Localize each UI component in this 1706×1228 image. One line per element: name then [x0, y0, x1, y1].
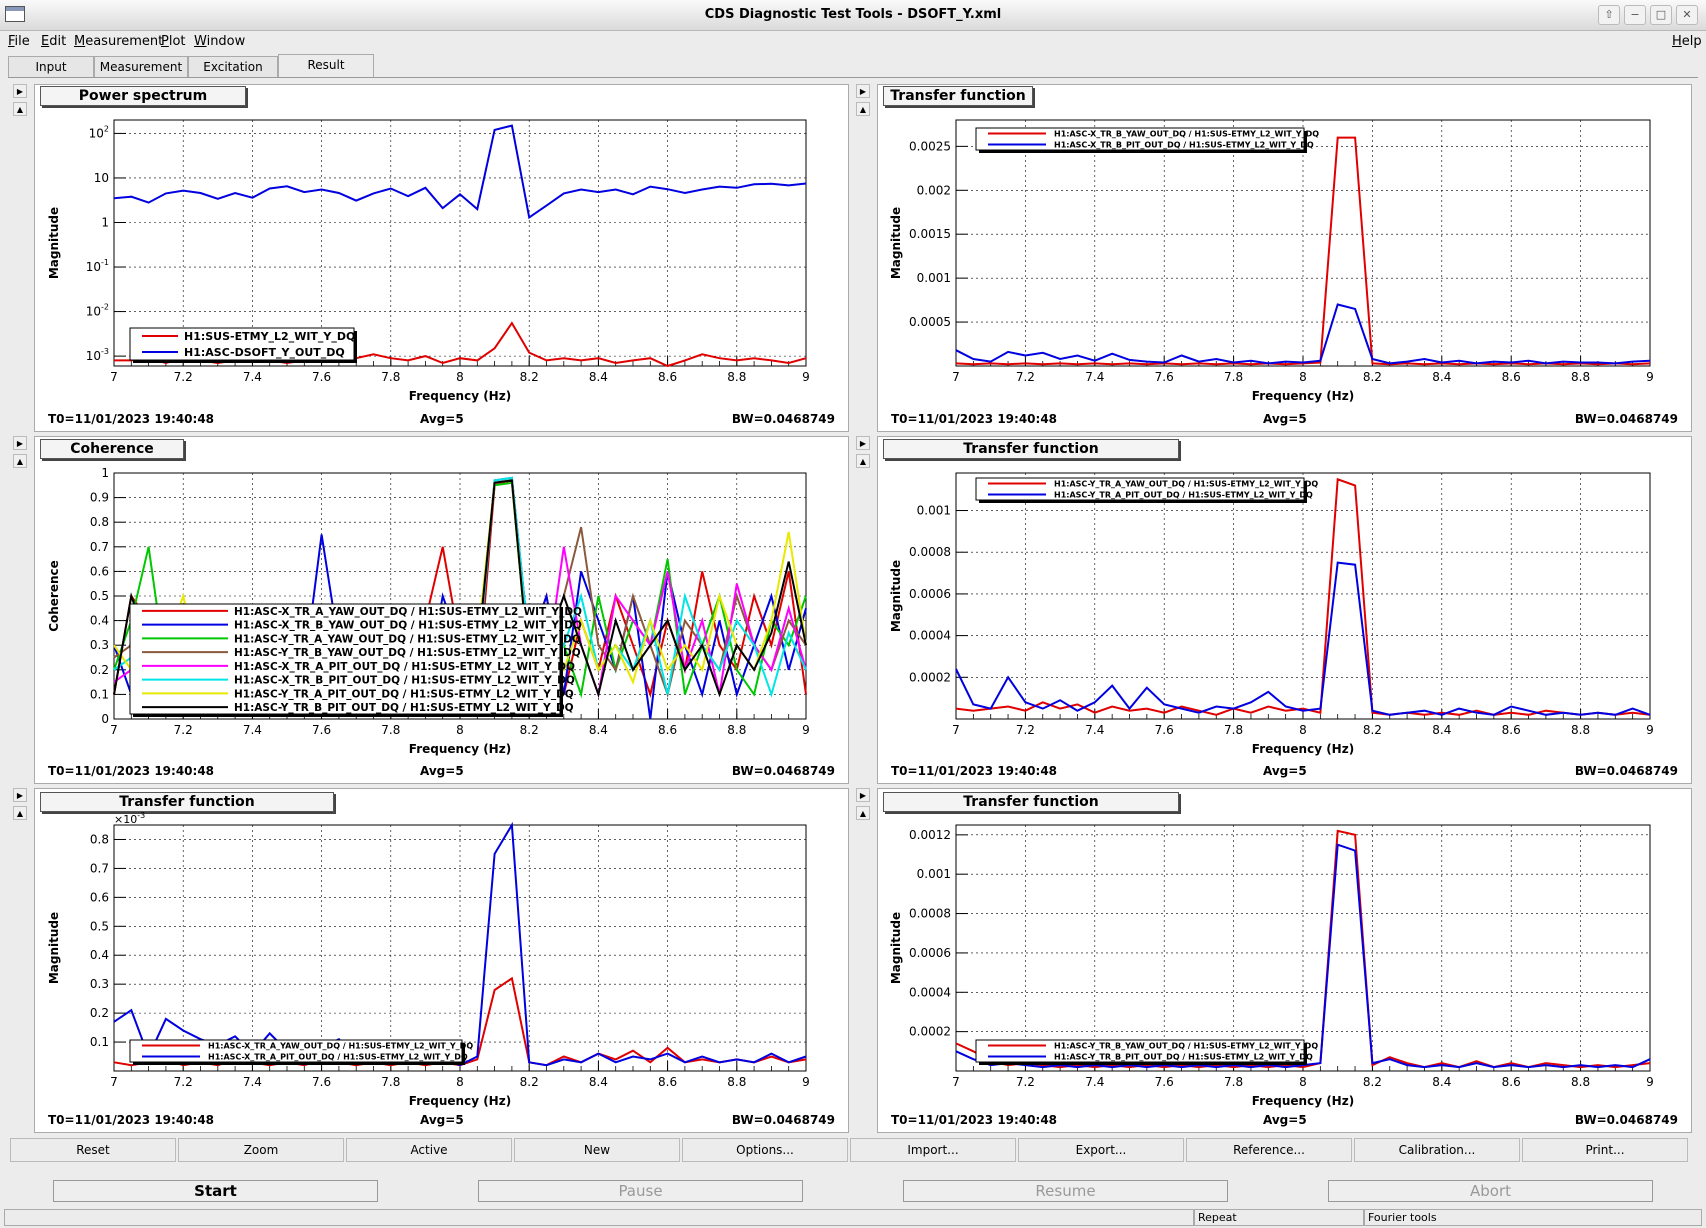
panel-info-t0: T0=11/01/2023 19:40:48	[891, 764, 1058, 778]
print-button[interactable]: Print...	[1522, 1138, 1688, 1162]
tab-bar: Input Measurement Excitation Result	[8, 54, 1698, 78]
panel-collapse-icon[interactable]: ▲	[856, 454, 870, 468]
tab-result[interactable]: Result	[278, 54, 374, 78]
minimize-icon[interactable]: −	[1624, 5, 1646, 25]
panel-title-p2[interactable]: Transfer function	[883, 86, 1033, 106]
panel-collapse-icon[interactable]: ▲	[13, 102, 27, 116]
resume-button[interactable]: Resume	[903, 1180, 1228, 1202]
plot-frame-p4	[877, 436, 1692, 784]
plot-frame-p5	[34, 788, 849, 1133]
new-button[interactable]: New	[514, 1138, 680, 1162]
tab-excitation[interactable]: Excitation	[188, 56, 278, 77]
panel-info-bw: BW=0.0468749	[731, 764, 835, 778]
title-bar: CDS Diagnostic Test Tools - DSOFT_Y.xml …	[0, 0, 1706, 31]
status-message	[4, 1209, 1194, 1226]
panel-info-t0: T0=11/01/2023 19:40:48	[48, 1113, 215, 1127]
tab-input[interactable]: Input	[8, 56, 94, 77]
panel-expand-icon[interactable]: ▶	[13, 84, 27, 98]
menu-measurement[interactable]: Measurement	[74, 34, 163, 49]
panel-title-p6[interactable]: Transfer function	[883, 792, 1179, 812]
panel-collapse-icon[interactable]: ▲	[13, 454, 27, 468]
panel-expand-icon[interactable]: ▶	[13, 788, 27, 802]
panel-collapse-icon[interactable]: ▲	[856, 806, 870, 820]
panel-info-bw: BW=0.0468749	[1574, 1113, 1678, 1127]
panel-info-avg: Avg=5	[1263, 1113, 1307, 1127]
plot-frame-p6	[877, 788, 1692, 1133]
calibration-button[interactable]: Calibration...	[1354, 1138, 1520, 1162]
plot-frame-p3	[34, 436, 849, 784]
zoom-button[interactable]: Zoom	[178, 1138, 344, 1162]
window-title: CDS Diagnostic Test Tools - DSOFT_Y.xml	[704, 7, 1002, 22]
panel-title-p3[interactable]: Coherence	[40, 439, 184, 459]
panel-title-p5[interactable]: Transfer function	[40, 792, 334, 812]
window-controls: ⇧ − □ ✕	[1598, 5, 1698, 25]
panel-collapse-icon[interactable]: ▲	[856, 102, 870, 116]
tab-divider	[8, 77, 1698, 78]
panel-title-p4[interactable]: Transfer function	[883, 439, 1179, 459]
close-icon[interactable]: ✕	[1676, 5, 1698, 25]
panel-info-t0: T0=11/01/2023 19:40:48	[891, 1113, 1058, 1127]
start-button[interactable]: Start	[53, 1180, 378, 1202]
menu-bar: File Edit Measurement Plot Window Help	[0, 31, 1706, 53]
abort-button[interactable]: Abort	[1328, 1180, 1653, 1202]
menu-file[interactable]: File	[8, 34, 30, 49]
plot-frame-p1	[34, 84, 849, 432]
panel-info-avg: Avg=5	[420, 1113, 464, 1127]
shade-icon[interactable]: ⇧	[1598, 5, 1620, 25]
status-fourier-tools: Fourier tools	[1364, 1209, 1702, 1226]
panel-info-avg: Avg=5	[1263, 412, 1307, 426]
reference-button[interactable]: Reference...	[1186, 1138, 1352, 1162]
reset-button[interactable]: Reset	[10, 1138, 176, 1162]
panel-info-bw: BW=0.0468749	[731, 412, 835, 426]
plot-frame-p2	[877, 84, 1692, 432]
panel-title-p1[interactable]: Power spectrum	[40, 86, 246, 106]
panel-info-avg: Avg=5	[420, 764, 464, 778]
maximize-icon[interactable]: □	[1650, 5, 1672, 25]
status-bar: Repeat Fourier tools	[0, 1208, 1706, 1228]
menu-help[interactable]: Help	[1672, 34, 1702, 49]
panel-info-bw: BW=0.0468749	[1574, 412, 1678, 426]
panel-expand-icon[interactable]: ▶	[13, 436, 27, 450]
menu-window[interactable]: Window	[194, 34, 245, 49]
status-repeat: Repeat	[1194, 1209, 1364, 1226]
panel-info-bw: BW=0.0468749	[1574, 764, 1678, 778]
panel-info-bw: BW=0.0468749	[731, 1113, 835, 1127]
menu-edit[interactable]: Edit	[41, 34, 66, 49]
panel-collapse-icon[interactable]: ▲	[13, 806, 27, 820]
panel-info-t0: T0=11/01/2023 19:40:48	[48, 764, 215, 778]
panel-expand-icon[interactable]: ▶	[856, 436, 870, 450]
panel-expand-icon[interactable]: ▶	[856, 788, 870, 802]
panel-info-avg: Avg=5	[1263, 764, 1307, 778]
tab-measurement[interactable]: Measurement	[94, 56, 188, 77]
export-button[interactable]: Export...	[1018, 1138, 1184, 1162]
menu-plot[interactable]: Plot	[161, 34, 186, 49]
panel-expand-icon[interactable]: ▶	[856, 84, 870, 98]
panel-info-t0: T0=11/01/2023 19:40:48	[891, 412, 1058, 426]
import-button[interactable]: Import...	[850, 1138, 1016, 1162]
options-button[interactable]: Options...	[682, 1138, 848, 1162]
pause-button[interactable]: Pause	[478, 1180, 803, 1202]
panel-info-avg: Avg=5	[420, 412, 464, 426]
active-button[interactable]: Active	[346, 1138, 512, 1162]
panel-info-t0: T0=11/01/2023 19:40:48	[48, 412, 215, 426]
